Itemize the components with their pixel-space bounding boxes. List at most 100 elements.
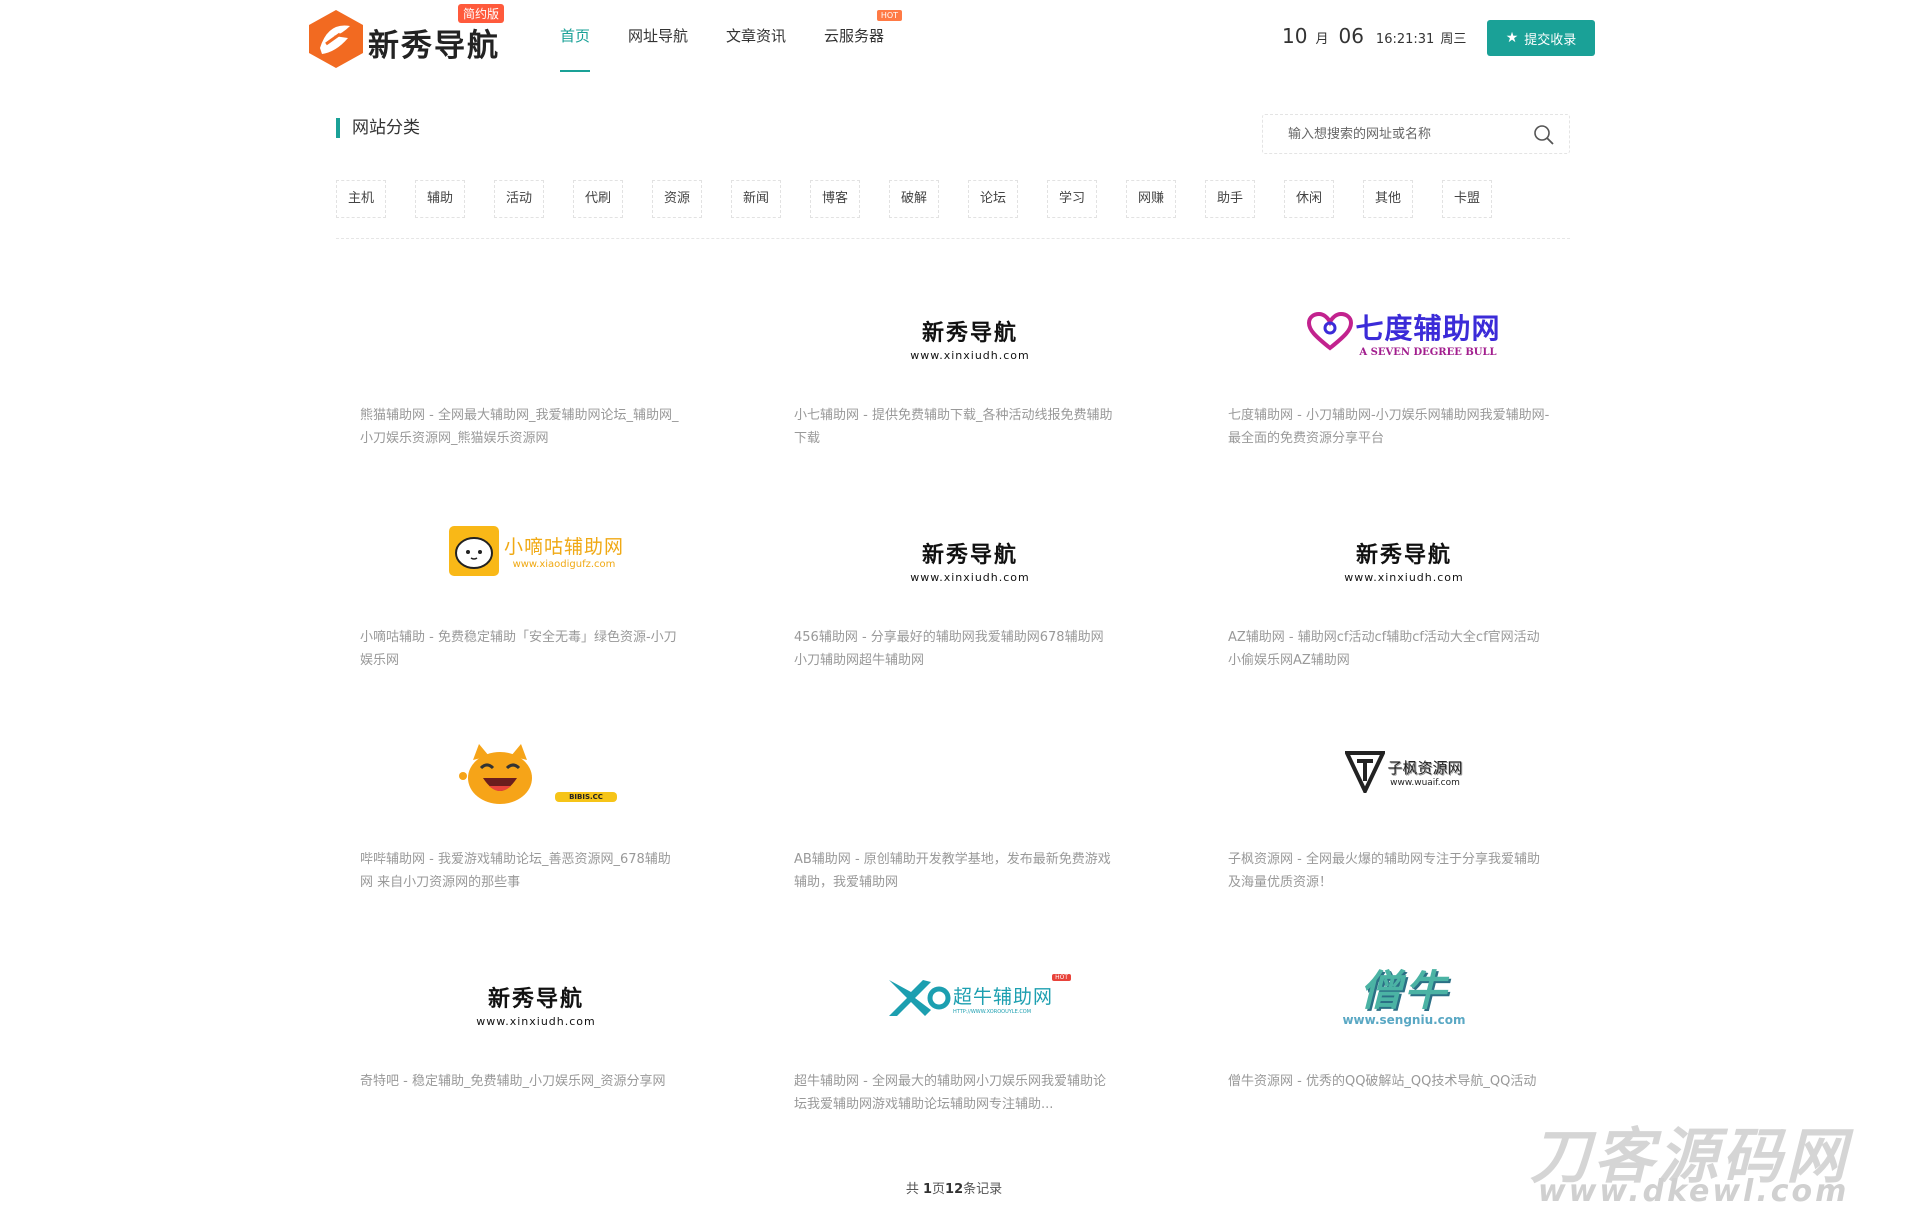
search-icon[interactable]: [1533, 124, 1555, 146]
hot-badge: HOT: [1052, 974, 1071, 981]
site-card[interactable]: 超牛辅助网 HTTP://WWW.XOROOUYLE.COM HOT 超牛辅助网…: [770, 936, 1170, 1136]
top-header: 新秀导航 简约版 首页 网址导航 文章资讯 云服务器 HOT 10 月 06 16…: [0, 0, 1908, 75]
card-description: 小七辅助网 - 提供免费辅助下载_各种活动线报免费辅助下载: [794, 408, 1113, 446]
category-tag[interactable]: 博客: [810, 180, 860, 218]
logo-edition-badge: 简约版: [458, 4, 505, 23]
card-description: AB辅助网 - 原创辅助开发教学基地，发布最新免费游戏辅助，我爱辅助网: [794, 852, 1111, 890]
logo-title: 超牛辅助网: [952, 985, 1053, 1008]
category-tag[interactable]: 活动: [494, 180, 544, 218]
zifeng-logo-icon: [1345, 751, 1386, 793]
category-tag[interactable]: 辅助: [415, 180, 465, 218]
category-tag[interactable]: 助手: [1205, 180, 1255, 218]
search-input[interactable]: [1288, 115, 1528, 153]
hexagon-logo-icon: [309, 10, 363, 68]
site-card[interactable]: 新秀导航 www.xinxiudh.com AZ辅助网 - 辅助网cf活动cf辅…: [1204, 492, 1604, 692]
site-card[interactable]: 小嘀咕辅助网 www.xiaodigufz.com 小嘀咕辅助 - 免费稳定辅助…: [336, 492, 736, 692]
heart-logo-icon: [1307, 312, 1354, 351]
category-tag[interactable]: 学习: [1047, 180, 1097, 218]
card-description: 熊猫辅助网 - 全网最大辅助网_我爱辅助网论坛_辅助网_小刀娱乐资源网_熊猫娱乐…: [360, 408, 679, 446]
logo-url: www.xinxiudh.com: [1344, 570, 1464, 584]
card-description: 小嘀咕辅助 - 免费稳定辅助「安全无毒」绿色资源-小刀娱乐网: [360, 630, 677, 668]
card-logo: 小嘀咕辅助网 www.xiaodigufz.com: [336, 492, 736, 602]
category-tag[interactable]: 代刷: [573, 180, 623, 218]
card-description: AZ辅助网 - 辅助网cf活动cf辅助cf活动大全cf官网活动小偷娱乐网AZ辅助…: [1228, 630, 1540, 668]
site-card[interactable]: 新秀导航 www.xinxiudh.com 小七辅助网 - 提供免费辅助下载_各…: [770, 270, 1170, 470]
source-watermark: 刀客源码网 www.dkewl.com: [1530, 1108, 1900, 1212]
card-logo: 子枫资源网 www.wuaif.com: [1204, 714, 1604, 824]
site-card[interactable]: 新秀导航 www.xinxiudh.com 奇特吧 - 稳定辅助_免费辅助_小刀…: [336, 936, 736, 1136]
card-logo: BIBIS.CC: [336, 714, 736, 824]
logo-slogan: A SEVEN DEGREE BULL: [1359, 346, 1497, 358]
xou-logo-icon: [888, 980, 951, 1016]
logo-url: www.xinxiudh.com: [476, 1014, 596, 1028]
card-logo-empty: [336, 270, 736, 380]
watermark-url: www.dkewl.com: [1538, 1174, 1850, 1209]
logo-url: www.xinxiudh.com: [910, 348, 1030, 362]
category-tag[interactable]: 资源: [652, 180, 702, 218]
category-tags: 主机 辅助 活动 代刷 资源 新闻 博客 破解 论坛 学习 网赚 助手 休闲 其…: [336, 180, 1521, 218]
star-icon: ★: [1505, 30, 1519, 46]
category-tag[interactable]: 主机: [336, 180, 386, 218]
logo-url: BIBIS.CC: [555, 792, 617, 802]
logo-url: www.sengniu.com: [1342, 1013, 1466, 1027]
card-description: 哔哔辅助网 - 我爱游戏辅助论坛_善恶资源网_678辅助网 来自小刀资源网的那些…: [360, 852, 671, 890]
main-nav: 首页 网址导航 文章资讯 云服务器 HOT: [560, 0, 922, 75]
category-tag[interactable]: 网赚: [1126, 180, 1176, 218]
date-month-unit: 月: [1315, 32, 1329, 47]
submit-site-button[interactable]: ★ 提交收录: [1487, 20, 1595, 56]
site-card[interactable]: BIBIS.CC 哔哔辅助网 - 我爱游戏辅助论坛_善恶资源网_678辅助网 来…: [336, 714, 736, 914]
card-logo: 超牛辅助网 HTTP://WWW.XOROOUYLE.COM HOT: [770, 936, 1170, 1046]
hot-badge: HOT: [876, 10, 903, 21]
logo-title: 新秀导航: [1355, 542, 1452, 568]
category-tag[interactable]: 其他: [1363, 180, 1413, 218]
logo-title: 新秀导航: [921, 542, 1018, 568]
card-description: 奇特吧 - 稳定辅助_免费辅助_小刀娱乐网_资源分享网: [360, 1074, 666, 1089]
logo-title: 新秀导航: [487, 986, 584, 1012]
site-card[interactable]: 熊猫辅助网 - 全网最大辅助网_我爱辅助网论坛_辅助网_小刀娱乐资源网_熊猫娱乐…: [336, 270, 736, 470]
site-card[interactable]: 僧牛 www.sengniu.com 僧牛资源网 - 优秀的QQ破解站_QQ技术…: [1204, 936, 1604, 1136]
logo-title: 僧牛: [1359, 966, 1448, 1015]
logo-url: www.xiaodigufz.com: [512, 559, 616, 570]
card-logo: 七度辅助网 A SEVEN DEGREE BULL: [1204, 270, 1604, 380]
logo-title: 子枫资源网: [1387, 758, 1463, 777]
category-tag[interactable]: 论坛: [968, 180, 1018, 218]
category-tag[interactable]: 卡盟: [1442, 180, 1492, 218]
mascot-logo-icon: [448, 526, 499, 576]
site-card[interactable]: AB辅助网 - 原创辅助开发教学基地，发布最新免费游戏辅助，我爱辅助网: [770, 714, 1170, 914]
category-tag[interactable]: 休闲: [1284, 180, 1334, 218]
card-logo-empty: [770, 714, 1170, 824]
card-logo: 新秀导航 www.xinxiudh.com: [336, 936, 736, 1046]
nav-articles[interactable]: 文章资讯: [726, 0, 786, 75]
nav-home[interactable]: 首页: [560, 0, 591, 75]
logo-url: www.wuaif.com: [1390, 777, 1460, 788]
site-logo[interactable]: 新秀导航 简约版: [306, 2, 506, 72]
site-card[interactable]: 新秀导航 www.xinxiudh.com 456辅助网 - 分享最好的辅助网我…: [770, 492, 1170, 692]
card-logo: 新秀导航 www.xinxiudh.com: [770, 492, 1170, 602]
card-logo: 僧牛 www.sengniu.com: [1204, 936, 1604, 1046]
nav-cloud-server[interactable]: 云服务器 HOT: [824, 0, 903, 75]
logo-url: HTTP://WWW.XOROOUYLE.COM: [952, 1008, 1032, 1015]
site-card[interactable]: 七度辅助网 A SEVEN DEGREE BULL 七度辅助网 - 小刀辅助网-…: [1204, 270, 1604, 470]
section-divider: [336, 238, 1570, 239]
card-logo: 新秀导航 www.xinxiudh.com: [1204, 492, 1604, 602]
date-day: 06: [1338, 24, 1364, 48]
card-description: 子枫资源网 - 全网最火爆的辅助网专注于分享我爱辅助及海量优质资源！: [1228, 852, 1540, 890]
nav-site-directory[interactable]: 网址导航: [628, 0, 688, 75]
logo-url: www.xinxiudh.com: [910, 570, 1030, 584]
logo-text: 新秀导航: [368, 28, 500, 64]
card-description: 僧牛资源网 - 优秀的QQ破解站_QQ技术导航_QQ活动: [1228, 1074, 1537, 1089]
search-box: [1262, 114, 1570, 154]
logo-title: 七度辅助网: [1355, 311, 1501, 345]
date-month: 10: [1282, 24, 1308, 48]
category-tag[interactable]: 新闻: [731, 180, 781, 218]
section-title: 网站分类: [336, 118, 420, 138]
date-time-display: 10 月 06 16:21:31 周三: [1282, 24, 1466, 48]
category-tag[interactable]: 破解: [889, 180, 939, 218]
weekday: 周三: [1440, 32, 1467, 47]
logo-title: 小嘀咕辅助网: [503, 536, 624, 558]
site-card[interactable]: 子枫资源网 www.wuaif.com 子枫资源网 - 全网最火爆的辅助网专注于…: [1204, 714, 1604, 914]
clock-time: 16:21:31: [1375, 32, 1435, 47]
card-description: 456辅助网 - 分享最好的辅助网我爱辅助网678辅助网小刀辅助网超牛辅助网: [794, 630, 1104, 668]
card-description: 七度辅助网 - 小刀辅助网-小刀娱乐网辅助网我爱辅助网-最全面的免费资源分享平台: [1228, 408, 1550, 446]
logo-title: 新秀导航: [921, 320, 1018, 346]
